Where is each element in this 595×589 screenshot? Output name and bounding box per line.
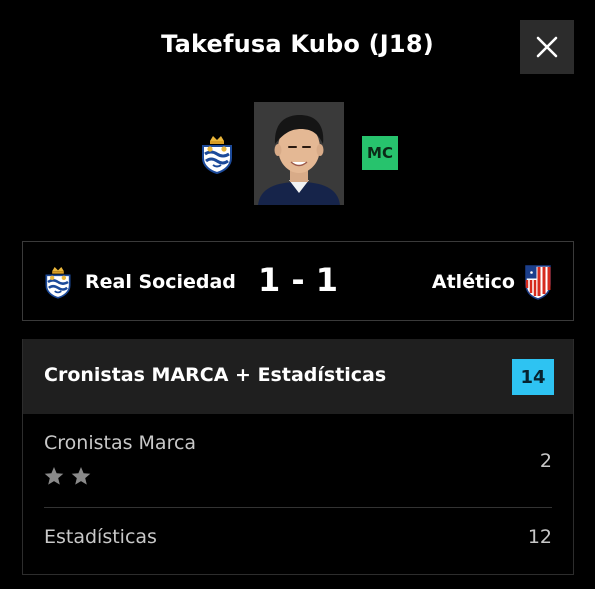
rating-card: Cronistas MARCA + Estadísticas 14 Cronis… xyxy=(22,339,574,575)
rating-row-label: Cronistas Marca xyxy=(44,432,197,454)
atletico-madrid-crest-icon xyxy=(525,265,551,300)
real-sociedad-crest-icon xyxy=(199,134,235,174)
rating-title: Cronistas MARCA + Estadísticas xyxy=(44,364,387,386)
rating-total-badge: 14 xyxy=(512,359,554,395)
star-icon xyxy=(71,467,91,485)
player-photo xyxy=(254,102,344,205)
rating-header: Cronistas MARCA + Estadísticas 14 xyxy=(23,339,573,414)
close-button[interactable] xyxy=(520,20,574,74)
rating-row-estadisticas: Estadísticas 12 xyxy=(23,508,573,574)
match-score-card: Real Sociedad 1 - 1 Atlético xyxy=(22,241,574,321)
rating-row-value: 12 xyxy=(527,526,552,548)
position-badge: MC xyxy=(362,136,398,170)
rating-row-label: Estadísticas xyxy=(44,526,157,548)
close-icon xyxy=(536,36,558,58)
star-rating xyxy=(44,466,91,486)
rating-row-cronistas: Cronistas Marca 2 xyxy=(23,414,573,507)
page-title: Takefusa Kubo (J18) xyxy=(161,30,434,58)
away-team-name: Atlético xyxy=(431,271,515,293)
rating-row-value: 2 xyxy=(539,450,552,472)
star-icon xyxy=(44,467,64,485)
away-team: Atlético xyxy=(432,264,551,300)
player-header: MC xyxy=(0,102,595,206)
